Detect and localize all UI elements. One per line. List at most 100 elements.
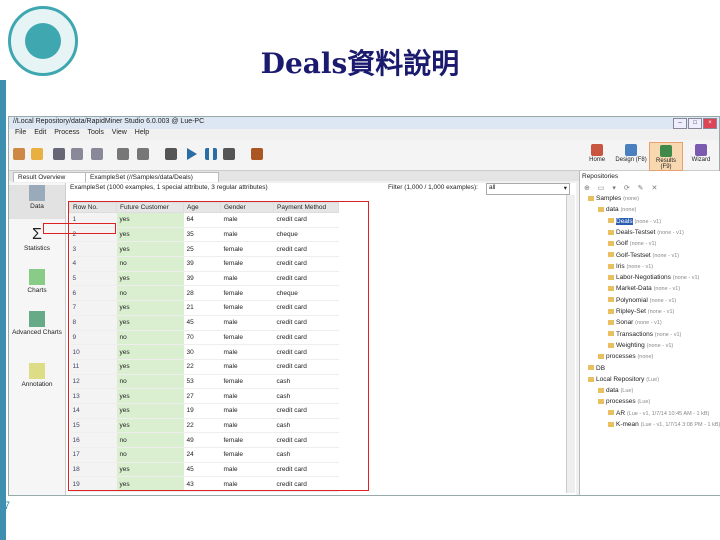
cell-row-no: 11 — [69, 359, 117, 375]
filter-select[interactable]: all ▾ — [486, 183, 570, 195]
save-as-icon[interactable] — [71, 148, 83, 160]
table-scrollbar[interactable] — [566, 195, 575, 493]
repository-node[interactable]: data (Lue) — [598, 387, 633, 394]
table-row[interactable]: 5 yes 39 male credit card — [69, 271, 546, 287]
side-charts[interactable]: Charts — [9, 269, 65, 294]
highlight-deals-box — [43, 223, 116, 234]
side-data[interactable]: Data — [9, 185, 65, 219]
col-age[interactable]: Age — [183, 202, 221, 213]
repository-node[interactable]: Local Repository (Lue) — [588, 376, 659, 383]
cell-gender: male — [220, 344, 274, 360]
data-table: Row No. Future Customer Age Gender Payme… — [69, 202, 546, 493]
repository-node[interactable]: Labor-Negotiations (none - v1) — [608, 274, 699, 281]
repository-node[interactable]: Samples (none) — [588, 195, 639, 202]
side-advanced-charts[interactable]: Advanced Charts — [9, 311, 65, 336]
repository-node-meta: (none - v1) — [634, 218, 662, 225]
repository-node[interactable]: processes (none) — [598, 353, 653, 360]
col-payment-method[interactable]: Payment Method — [273, 202, 339, 213]
perspective-results[interactable]: Results (F9) — [649, 142, 684, 171]
perspective-home[interactable]: Home — [581, 142, 613, 163]
repository-node[interactable]: Polynomial (none - v1) — [608, 297, 676, 304]
repository-node-label: processes — [606, 398, 636, 406]
table-row[interactable]: 11 yes 22 male credit card — [69, 359, 546, 375]
cell-age: 64 — [183, 212, 221, 228]
table-row[interactable]: 3 yes 25 female credit card — [69, 241, 546, 258]
table-row[interactable]: 16 no 49 female credit card — [69, 432, 546, 448]
menu-process[interactable]: Process — [54, 129, 79, 136]
menu-tools[interactable]: Tools — [88, 129, 104, 136]
repository-node[interactable]: Market-Data (none - v1) — [608, 285, 680, 292]
open-icon[interactable] — [31, 148, 43, 160]
undo-icon[interactable] — [117, 148, 129, 160]
table-row[interactable]: 19 yes 43 male credit card — [69, 476, 546, 493]
perspective-design[interactable]: Design (F8) — [615, 142, 647, 163]
cell-gender: male — [220, 315, 274, 331]
menu-help[interactable]: Help — [135, 129, 149, 136]
report-icon[interactable] — [251, 148, 263, 160]
repository-node-label: data — [606, 206, 619, 214]
repository-node-meta: (none - v1) — [672, 275, 700, 282]
repository-node[interactable]: Golf (none - v1) — [608, 240, 656, 247]
cell-row-no: 10 — [69, 344, 117, 360]
repository-node[interactable]: Weighting (none - v1) — [608, 342, 673, 349]
folder-icon — [588, 365, 594, 371]
repository-node-label: Sonar — [616, 319, 634, 327]
table-row[interactable]: 18 yes 45 male credit card — [69, 462, 546, 478]
table-row[interactable]: 1 yes 64 male credit card — [69, 212, 546, 228]
table-row[interactable]: 14 yes 19 male credit card — [69, 403, 546, 419]
new-process-icon[interactable] — [13, 148, 25, 160]
repository-node[interactable]: Iris (none - v1) — [608, 263, 653, 270]
pause-icon[interactable] — [205, 148, 217, 160]
repository-node[interactable]: K-mean (Lue - v1, 1/7/14 3:08 PM - 1 kB) — [608, 421, 720, 428]
table-row[interactable]: 6 no 28 female cheque — [69, 285, 546, 302]
maximize-icon[interactable]: □ — [688, 118, 702, 129]
cell-age: 27 — [183, 388, 221, 404]
repository-node[interactable]: Golf-Testset (none - v1) — [608, 252, 679, 259]
repository-node[interactable]: processes (Lue) — [598, 398, 650, 405]
repository-node[interactable]: Deals (none - v1) — [608, 217, 662, 225]
cell-gender: female — [220, 285, 274, 302]
minimize-icon[interactable]: – — [673, 118, 687, 129]
table-row[interactable]: 8 yes 45 male credit card — [69, 315, 546, 331]
repository-node[interactable]: Ripley-Set (none - v1) — [608, 308, 674, 315]
save-icon[interactable] — [53, 148, 65, 160]
table-row[interactable]: 17 no 24 female cash — [69, 447, 546, 463]
repository-node[interactable]: data (none) — [598, 206, 636, 213]
repository-node-label: Polynomial — [616, 296, 648, 304]
tab-result-overview[interactable]: Result Overview — [13, 172, 87, 182]
col-row-no[interactable]: Row No. — [69, 202, 117, 213]
cell-gender: female — [220, 241, 274, 258]
repository-node[interactable]: AR (Lue - v1, 1/7/14 10:45 AM - 1 kB) — [608, 410, 709, 417]
cell-gender: male — [220, 462, 274, 478]
import-icon[interactable] — [91, 148, 103, 160]
close-icon[interactable]: × — [703, 118, 717, 129]
repository-node[interactable]: Deals-Testset (none - v1) — [608, 229, 684, 236]
redo-icon[interactable] — [137, 148, 149, 160]
table-row[interactable]: 10 yes 30 male credit card — [69, 344, 546, 360]
menu-file[interactable]: File — [15, 129, 26, 136]
cell-payment-method: credit card — [273, 462, 339, 478]
repositories-tab[interactable]: Repositories — [582, 173, 618, 180]
side-annotation[interactable]: Annotation — [9, 363, 65, 388]
folder-icon — [598, 353, 604, 359]
perspective-wizard[interactable]: Wizard — [685, 142, 717, 163]
folder-icon — [608, 410, 614, 416]
repository-node[interactable]: Sonar (none - v1) — [608, 319, 662, 326]
table-row[interactable]: 12 no 53 female cash — [69, 374, 546, 390]
table-row[interactable]: 13 yes 27 male cash — [69, 388, 546, 404]
table-row[interactable]: 2 yes 35 male cheque — [69, 227, 546, 243]
table-row[interactable]: 9 no 70 female credit card — [69, 330, 546, 346]
step-icon[interactable] — [165, 148, 177, 160]
repository-node[interactable]: Transactions (none - v1) — [608, 331, 681, 338]
menu-view[interactable]: View — [112, 129, 127, 136]
tab-exampleset-deals[interactable]: ExampleSet (//Samples/data/Deals) — [85, 172, 219, 182]
col-gender[interactable]: Gender — [220, 202, 274, 213]
menu-edit[interactable]: Edit — [34, 129, 46, 136]
stop-icon[interactable] — [223, 148, 235, 160]
col-future-customer[interactable]: Future Customer — [116, 202, 184, 213]
repository-node[interactable]: DB — [588, 365, 605, 372]
table-row[interactable]: 4 no 39 female credit card — [69, 256, 546, 272]
table-row[interactable]: 15 yes 22 male cash — [69, 418, 546, 434]
table-row[interactable]: 7 yes 21 female credit card — [69, 300, 546, 316]
run-icon[interactable] — [187, 148, 197, 160]
